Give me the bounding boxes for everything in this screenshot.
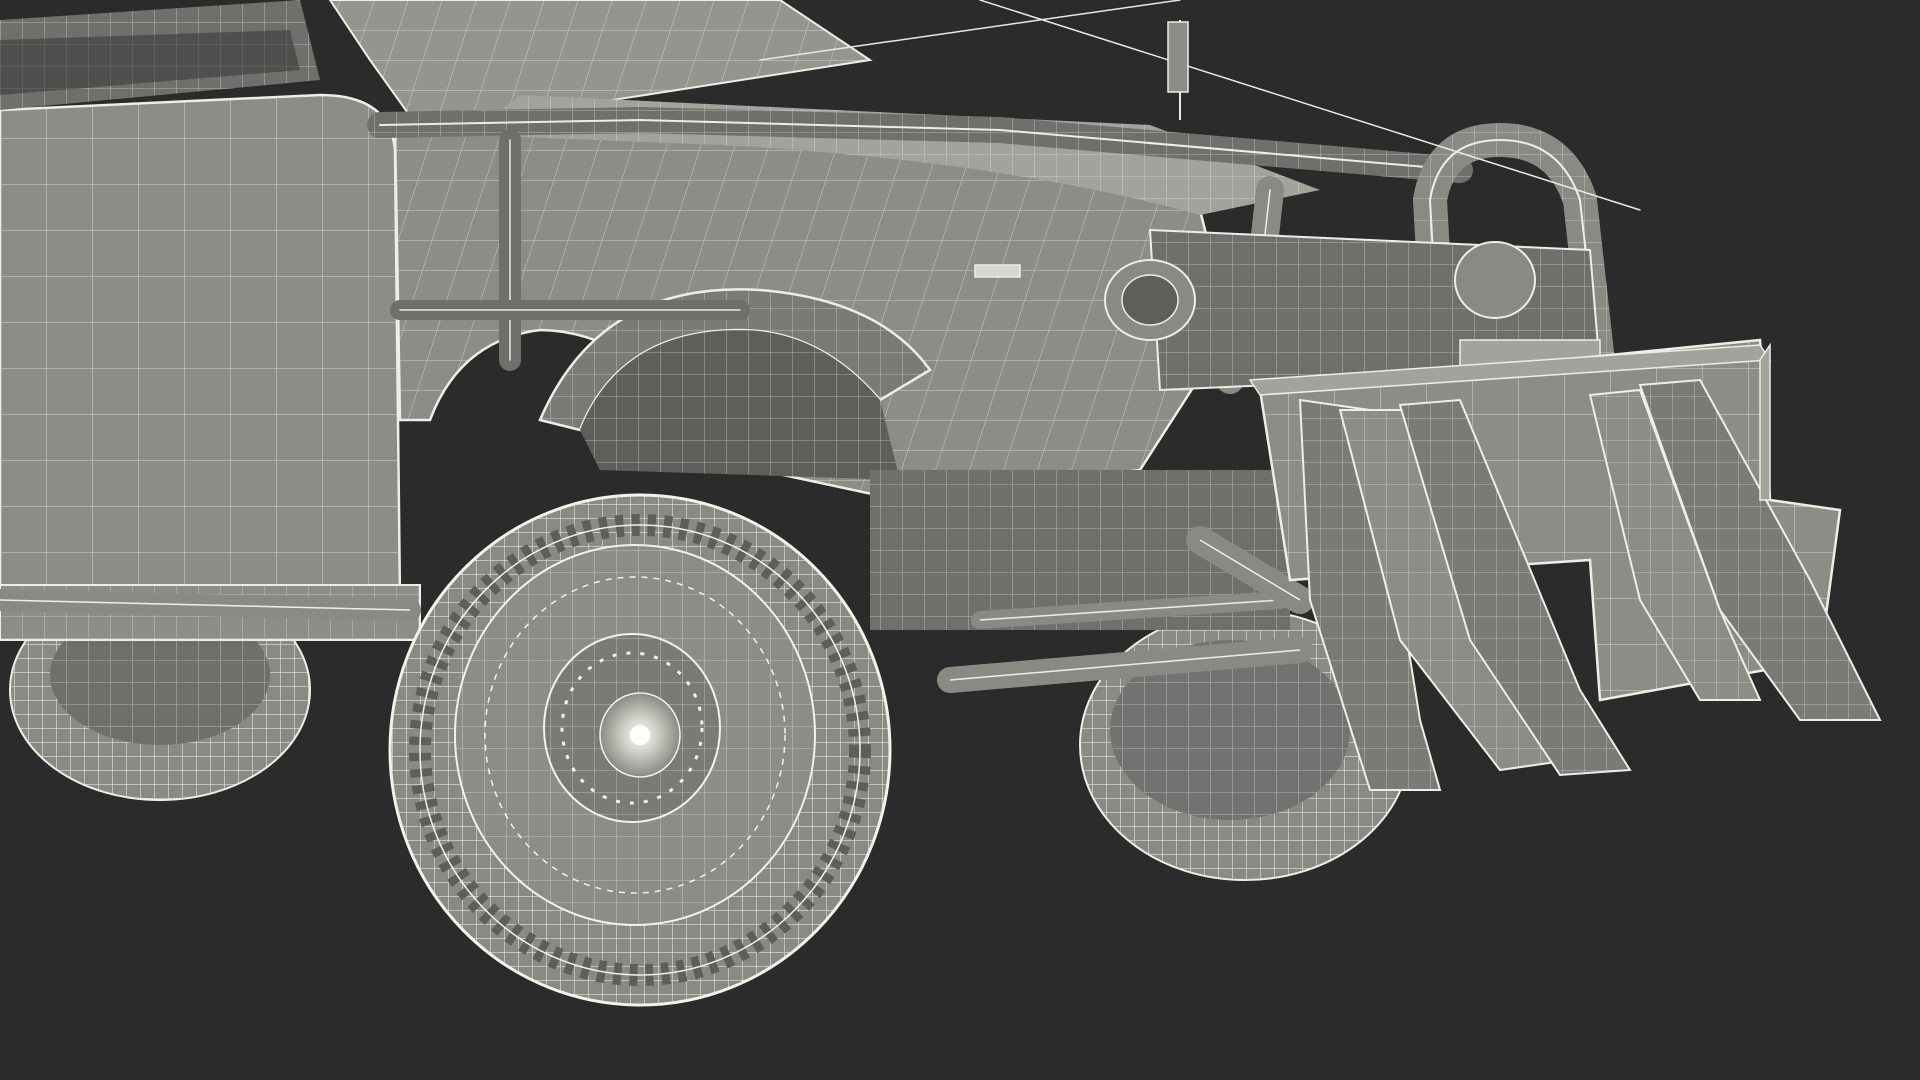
antenna-flag bbox=[1167, 20, 1189, 120]
vehicle-wireframe-render bbox=[0, 0, 1882, 1007]
rocker-tube bbox=[0, 589, 421, 621]
front-wheel bbox=[388, 493, 892, 1007]
render-viewport bbox=[0, 0, 1920, 1080]
undercarriage bbox=[870, 470, 1314, 693]
